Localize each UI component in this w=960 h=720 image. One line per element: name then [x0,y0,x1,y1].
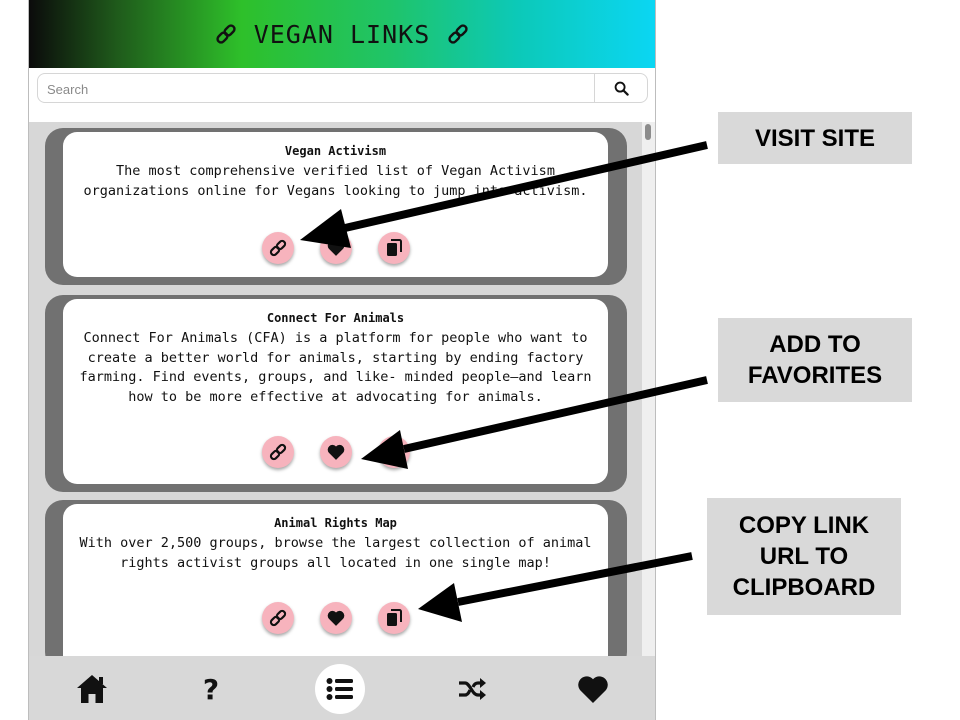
callout-favorites-line1: ADD TO [769,331,861,358]
link-card-body: Animal Rights Map With over 2,500 groups… [63,504,608,674]
copy-link-button[interactable] [377,436,410,468]
app-title-text: VEGAN LINKS [253,20,431,49]
app-title: VEGAN LINKS [29,0,655,68]
search-bar [37,73,648,103]
add-favorite-button[interactable] [319,602,352,634]
question-icon: ? [202,672,220,706]
copy-link-button[interactable] [377,602,410,634]
callout-copy-line3: CLIPBOARD [732,574,876,601]
visit-site-button[interactable] [261,436,294,468]
list-scrollbar[interactable] [642,122,655,656]
nav-random[interactable] [447,666,497,712]
search-icon [614,81,629,96]
app-window: VEGAN LINKS Vegan Activism The most comp… [28,0,656,720]
scrollbar-thumb[interactable] [645,124,651,140]
link-card-body: Vegan Activism The most comprehensive ve… [63,132,608,277]
card-actions [63,436,608,468]
heart-icon [578,676,608,703]
bottom-nav: ? [29,656,655,720]
card-description: The most comprehensive verified list of … [83,163,588,199]
copy-icon [386,239,402,256]
add-favorite-button[interactable] [319,436,352,468]
copy-icon [386,443,402,460]
nav-favorites[interactable] [568,666,618,712]
link-icon [269,443,286,461]
copy-icon [386,609,402,626]
heart-icon [327,610,344,626]
callout-copy-line1: COPY LINK [738,512,870,539]
link-card: Connect For Animals Connect For Animals … [45,295,627,492]
link-icon [215,24,236,44]
nav-home[interactable] [67,666,117,712]
link-icon [448,24,468,44]
nav-links[interactable] [315,664,365,714]
link-card: Vegan Activism The most comprehensive ve… [45,128,627,285]
list-icon [326,678,353,700]
card-actions [63,602,608,634]
shuffle-icon [459,678,486,700]
card-actions [63,232,608,264]
callout-add-favorites: ADD TO FAVORITES [718,318,912,402]
link-icon [269,239,286,257]
callout-copy-link: COPY LINK URL TO CLIPBOARD [707,498,901,615]
heart-icon [327,444,344,460]
nav-help[interactable]: ? [186,666,236,712]
callout-favorites-line2: FAVORITES [747,362,883,389]
add-favorite-button[interactable] [319,232,352,264]
link-icon [269,609,286,627]
card-description: With over 2,500 groups, browse the large… [79,535,592,571]
app-header: VEGAN LINKS [29,0,655,68]
home-icon [77,675,107,703]
visit-site-button[interactable] [261,232,294,264]
callout-visit-site: VISIT SITE [718,112,912,164]
links-list[interactable]: Vegan Activism The most comprehensive ve… [29,122,655,674]
search-button[interactable] [594,73,647,103]
copy-link-button[interactable] [377,232,410,264]
card-title: Animal Rights Map [274,516,397,530]
card-title: Connect For Animals [266,311,405,325]
callout-visit-site-text: VISIT SITE [754,124,876,152]
card-title: Vegan Activism [284,144,387,158]
nav-active-indicator [315,664,365,714]
callout-copy-line2: URL TO [759,543,849,570]
search-input[interactable] [40,75,597,103]
card-description: Connect For Animals (CFA) is a platform … [79,330,592,405]
visit-site-button[interactable] [261,602,294,634]
link-card: Animal Rights Map With over 2,500 groups… [45,500,627,674]
link-card-body: Connect For Animals Connect For Animals … [63,299,608,484]
heart-icon [327,240,344,256]
